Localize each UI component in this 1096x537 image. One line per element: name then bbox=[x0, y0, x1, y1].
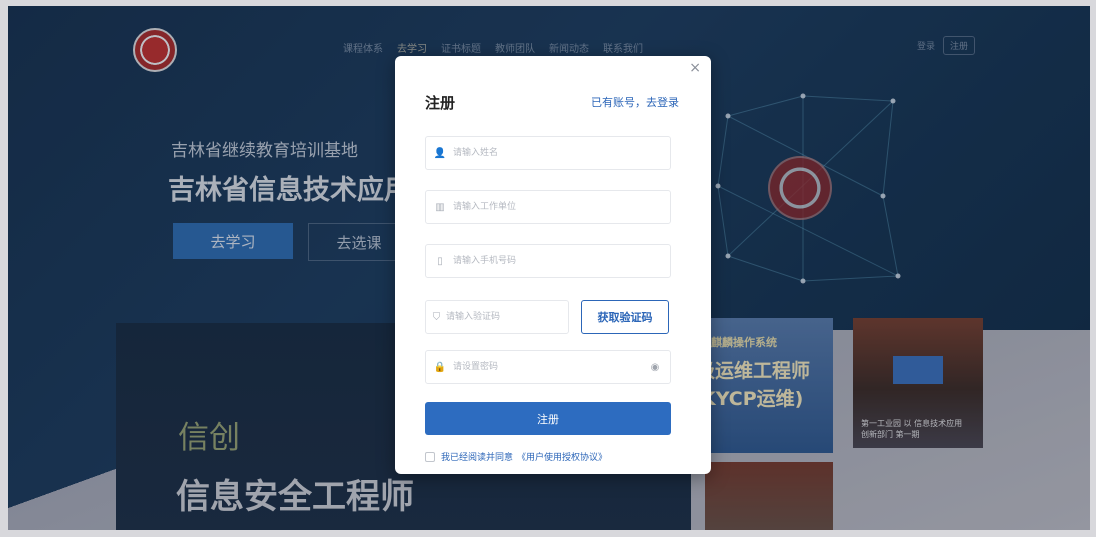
code-input[interactable] bbox=[444, 311, 568, 323]
phone-input[interactable] bbox=[451, 255, 670, 267]
phone-field: ▯ bbox=[425, 244, 671, 278]
name-input[interactable] bbox=[451, 147, 670, 159]
password-field: 🔒 ◉ bbox=[425, 350, 671, 384]
company-input[interactable] bbox=[451, 201, 670, 213]
agreement-row: 我已经阅读并同意 《用户使用授权协议》 bbox=[425, 450, 607, 463]
building-icon: ▥ bbox=[435, 201, 445, 213]
register-modal: × 注册 已有账号，去登录 👤 ▥ ▯ ⛉ 获取验证码 🔒 ◉ 注册 我已经阅读 bbox=[395, 56, 711, 474]
modal-title: 注册 bbox=[425, 94, 456, 112]
eye-icon[interactable]: ◉ bbox=[644, 362, 666, 373]
agree-text: 我已经阅读并同意 bbox=[441, 453, 514, 463]
lock-icon: 🔒 bbox=[433, 361, 447, 373]
name-field: 👤 bbox=[425, 136, 671, 170]
phone-icon: ▯ bbox=[437, 255, 443, 267]
password-input[interactable] bbox=[451, 361, 644, 373]
agree-checkbox[interactable] bbox=[425, 451, 435, 462]
get-code-button[interactable]: 获取验证码 bbox=[581, 300, 669, 334]
page-scan: 课程体系 去学习 证书标题 教师团队 新闻动态 联系我们 登录 注册 吉林省继续… bbox=[8, 6, 1090, 530]
company-field: ▥ bbox=[425, 190, 671, 224]
agreement-link[interactable]: 《用户使用授权协议》 bbox=[517, 450, 607, 463]
register-submit-button[interactable]: 注册 bbox=[425, 402, 671, 435]
code-field: ⛉ bbox=[425, 300, 569, 334]
close-icon[interactable]: × bbox=[689, 60, 701, 76]
shield-icon: ⛉ bbox=[432, 311, 441, 323]
user-icon: 👤 bbox=[433, 147, 447, 159]
go-login-link[interactable]: 已有账号，去登录 bbox=[591, 94, 679, 110]
